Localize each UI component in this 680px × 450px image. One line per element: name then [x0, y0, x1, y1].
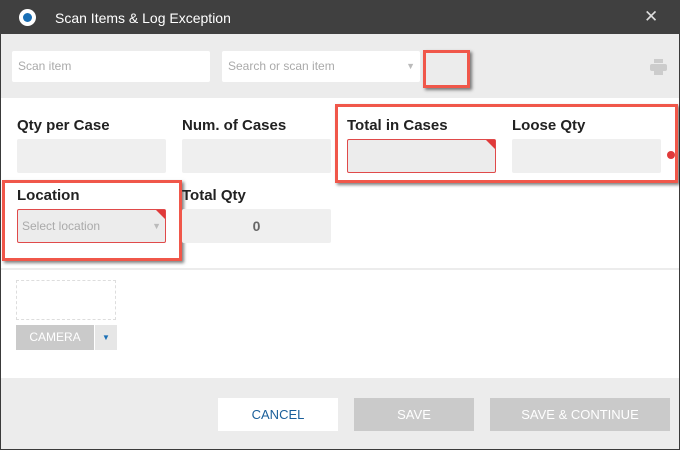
printer-icon[interactable] — [650, 59, 667, 75]
photo-placeholder — [16, 280, 116, 320]
num-cases-input[interactable] — [182, 139, 331, 173]
highlight-box — [2, 180, 182, 261]
total-qty-label: Total Qty — [182, 187, 246, 204]
close-icon[interactable]: ✕ — [644, 7, 658, 27]
save-continue-button[interactable]: SAVE & CONTINUE — [490, 398, 670, 431]
total-qty-value: 0 — [182, 209, 331, 243]
highlight-box — [423, 50, 470, 88]
title-bar: Scan Items & Log Exception ✕ — [0, 0, 680, 34]
search-item-combobox[interactable]: Search or scan item ▼ — [222, 51, 420, 82]
search-placeholder: Search or scan item — [228, 59, 335, 73]
qty-per-case-input[interactable] — [17, 139, 166, 173]
scan-item-input[interactable]: Scan item — [12, 51, 210, 82]
highlight-box — [335, 104, 678, 183]
num-cases-label: Num. of Cases — [182, 117, 287, 134]
save-button[interactable]: SAVE — [354, 398, 474, 431]
camera-button[interactable]: CAMERA — [16, 325, 94, 350]
chevron-down-icon: ▼ — [406, 61, 415, 71]
qty-per-case-label: Qty per Case — [17, 117, 110, 134]
window-title: Scan Items & Log Exception — [55, 10, 231, 26]
camera-dropdown-chevron-icon[interactable]: ▼ — [95, 325, 117, 350]
cancel-button[interactable]: CANCEL — [218, 398, 338, 431]
divider — [1, 268, 679, 270]
app-logo-icon — [19, 9, 36, 26]
